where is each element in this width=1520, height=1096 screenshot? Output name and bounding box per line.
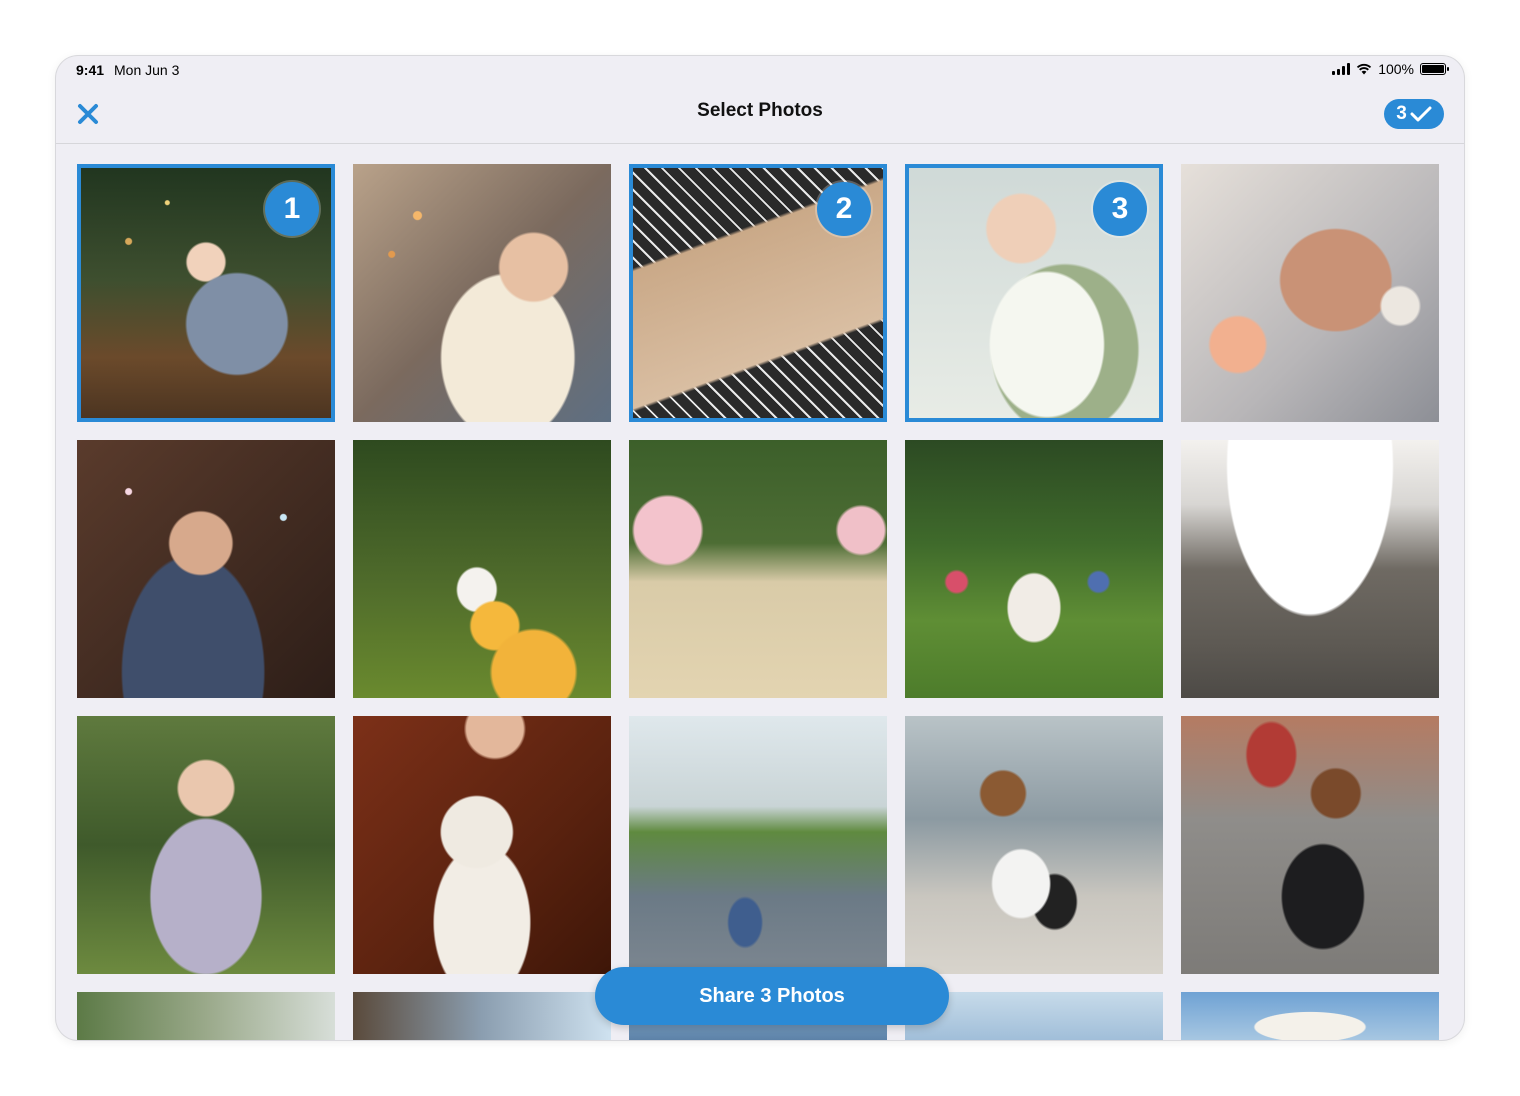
photo-image: [1181, 716, 1439, 974]
photo-tile[interactable]: [1181, 992, 1439, 1040]
photo-tile[interactable]: [353, 440, 611, 698]
selection-order-badge: 1: [265, 182, 319, 236]
photo-image: [77, 716, 335, 974]
photo-tile[interactable]: [77, 716, 335, 974]
photo-tile[interactable]: [905, 716, 1163, 974]
cellular-signal-icon: [1332, 63, 1351, 75]
navigation-bar: Select Photos 3: [56, 86, 1464, 144]
status-time: 9:41: [76, 62, 105, 78]
status-indicators: 100%: [1332, 61, 1449, 77]
photo-tile[interactable]: [353, 992, 611, 1040]
photo-tile[interactable]: [77, 440, 335, 698]
photo-tile[interactable]: 3: [905, 164, 1163, 422]
photo-image: [629, 716, 887, 974]
selection-order-badge: 2: [817, 182, 871, 236]
photo-tile[interactable]: [1181, 164, 1439, 422]
battery-icon: [1420, 63, 1449, 75]
photo-image: [1181, 992, 1439, 1040]
photo-image: [353, 164, 611, 422]
photo-image: [629, 440, 887, 698]
photo-image: [1181, 164, 1439, 422]
photo-image: [353, 716, 611, 974]
photo-image: [1181, 440, 1439, 698]
photo-tile[interactable]: [353, 716, 611, 974]
selection-order-badge: 3: [1093, 182, 1147, 236]
page-title: Select Photos: [697, 100, 823, 121]
selection-count-button[interactable]: 3: [1384, 99, 1444, 129]
photo-image: [353, 992, 611, 1040]
photo-tile[interactable]: [1181, 716, 1439, 974]
photo-tile[interactable]: [353, 164, 611, 422]
ipad-screen: 9:41 Mon Jun 3 100% Select Photos 3 1 2 …: [56, 56, 1464, 1040]
checkmark-icon: [1410, 106, 1432, 122]
photo-tile[interactable]: 1: [77, 164, 335, 422]
photo-tile[interactable]: [905, 440, 1163, 698]
photo-image: [77, 440, 335, 698]
photo-image: [77, 992, 335, 1040]
wifi-icon: [1357, 63, 1372, 75]
photo-tile[interactable]: [629, 716, 887, 974]
photo-tile[interactable]: 2: [629, 164, 887, 422]
photo-tile[interactable]: [629, 440, 887, 698]
battery-percent: 100%: [1378, 61, 1414, 77]
status-date: Mon Jun 3: [114, 62, 180, 78]
photo-tile[interactable]: [1181, 440, 1439, 698]
share-photos-button[interactable]: Share 3 Photos: [595, 967, 949, 1025]
photo-image: [353, 440, 611, 698]
selection-count: 3: [1396, 103, 1407, 124]
photo-tile[interactable]: [77, 992, 335, 1040]
status-bar: 9:41 Mon Jun 3 100%: [56, 56, 1464, 86]
photo-image: [905, 716, 1163, 974]
photo-image: [905, 440, 1163, 698]
